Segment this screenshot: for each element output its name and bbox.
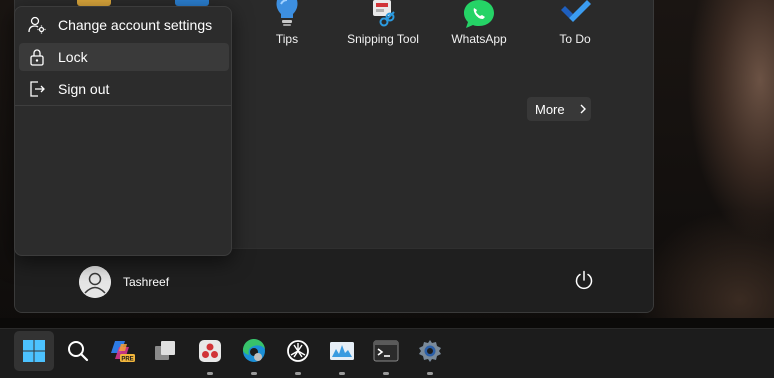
pinned-app-whatsapp[interactable]: WhatsApp xyxy=(434,0,524,46)
performance-monitor-icon xyxy=(330,342,354,360)
copilot-badge: PRE xyxy=(121,357,133,363)
sign-out-icon xyxy=(30,81,45,97)
pinned-app-todo[interactable]: To Do xyxy=(530,0,620,46)
avatar xyxy=(79,266,111,298)
menu-item-lock[interactable]: Lock xyxy=(19,43,229,71)
power-icon xyxy=(575,270,593,290)
desktop-strip xyxy=(0,318,774,328)
task-view-button[interactable] xyxy=(146,331,186,371)
running-indicator xyxy=(383,372,389,375)
pinned-app-label: WhatsApp xyxy=(451,32,507,46)
tips-icon xyxy=(271,0,303,28)
pinned-app-label: To Do xyxy=(559,32,591,46)
chatgpt-icon xyxy=(287,340,309,362)
terminal-button[interactable] xyxy=(366,331,406,375)
settings-button[interactable] xyxy=(410,331,450,375)
more-label: More xyxy=(535,101,565,117)
more-button[interactable]: More xyxy=(527,97,591,121)
running-indicator xyxy=(295,372,301,375)
user-account-button[interactable]: Tashreef xyxy=(79,265,169,299)
copilot-icon: PRE xyxy=(111,341,135,363)
snipping-tool-icon xyxy=(367,0,399,28)
taskbar: PRE xyxy=(0,328,774,378)
menu-item-label: Lock xyxy=(58,49,88,65)
account-flyout: Change account settings Lock Sign out xyxy=(14,6,232,256)
edge-icon xyxy=(242,338,265,362)
taskbar-app-red[interactable] xyxy=(190,331,230,375)
menu-item-change-account-settings[interactable]: Change account settings xyxy=(19,11,229,39)
search-button[interactable] xyxy=(58,331,98,371)
pinned-app-label: Snipping Tool xyxy=(347,32,419,46)
app-icon xyxy=(199,340,221,362)
performance-monitor-button[interactable] xyxy=(322,331,362,375)
chatgpt-button[interactable] xyxy=(278,331,318,375)
terminal-icon xyxy=(373,340,399,362)
user-name: Tashreef xyxy=(123,275,170,289)
chevron-right-icon xyxy=(580,104,586,114)
account-settings-icon xyxy=(28,16,46,34)
menu-item-label: Change account settings xyxy=(58,17,213,33)
search-icon xyxy=(68,341,89,362)
running-indicator xyxy=(207,372,213,375)
menu-item-label: Sign out xyxy=(58,81,110,97)
copilot-button[interactable]: PRE xyxy=(102,331,142,371)
running-indicator xyxy=(251,372,257,375)
todo-icon xyxy=(559,0,591,28)
whatsapp-icon xyxy=(463,0,495,28)
power-button[interactable] xyxy=(573,269,595,291)
running-indicator xyxy=(339,372,345,375)
lock-icon xyxy=(30,49,44,66)
menu-item-sign-out[interactable]: Sign out xyxy=(19,75,229,103)
flyout-divider xyxy=(15,105,231,106)
start-button[interactable] xyxy=(14,331,54,371)
pinned-app-snipping-tool[interactable]: Snipping Tool xyxy=(338,0,428,46)
task-view-icon xyxy=(155,341,175,360)
pinned-app-tips[interactable]: Tips xyxy=(242,0,332,46)
running-indicator xyxy=(427,372,433,375)
edge-button[interactable] xyxy=(234,331,274,375)
pinned-app-label: Tips xyxy=(275,32,299,46)
settings-icon xyxy=(419,340,441,362)
start-icon xyxy=(23,340,45,362)
